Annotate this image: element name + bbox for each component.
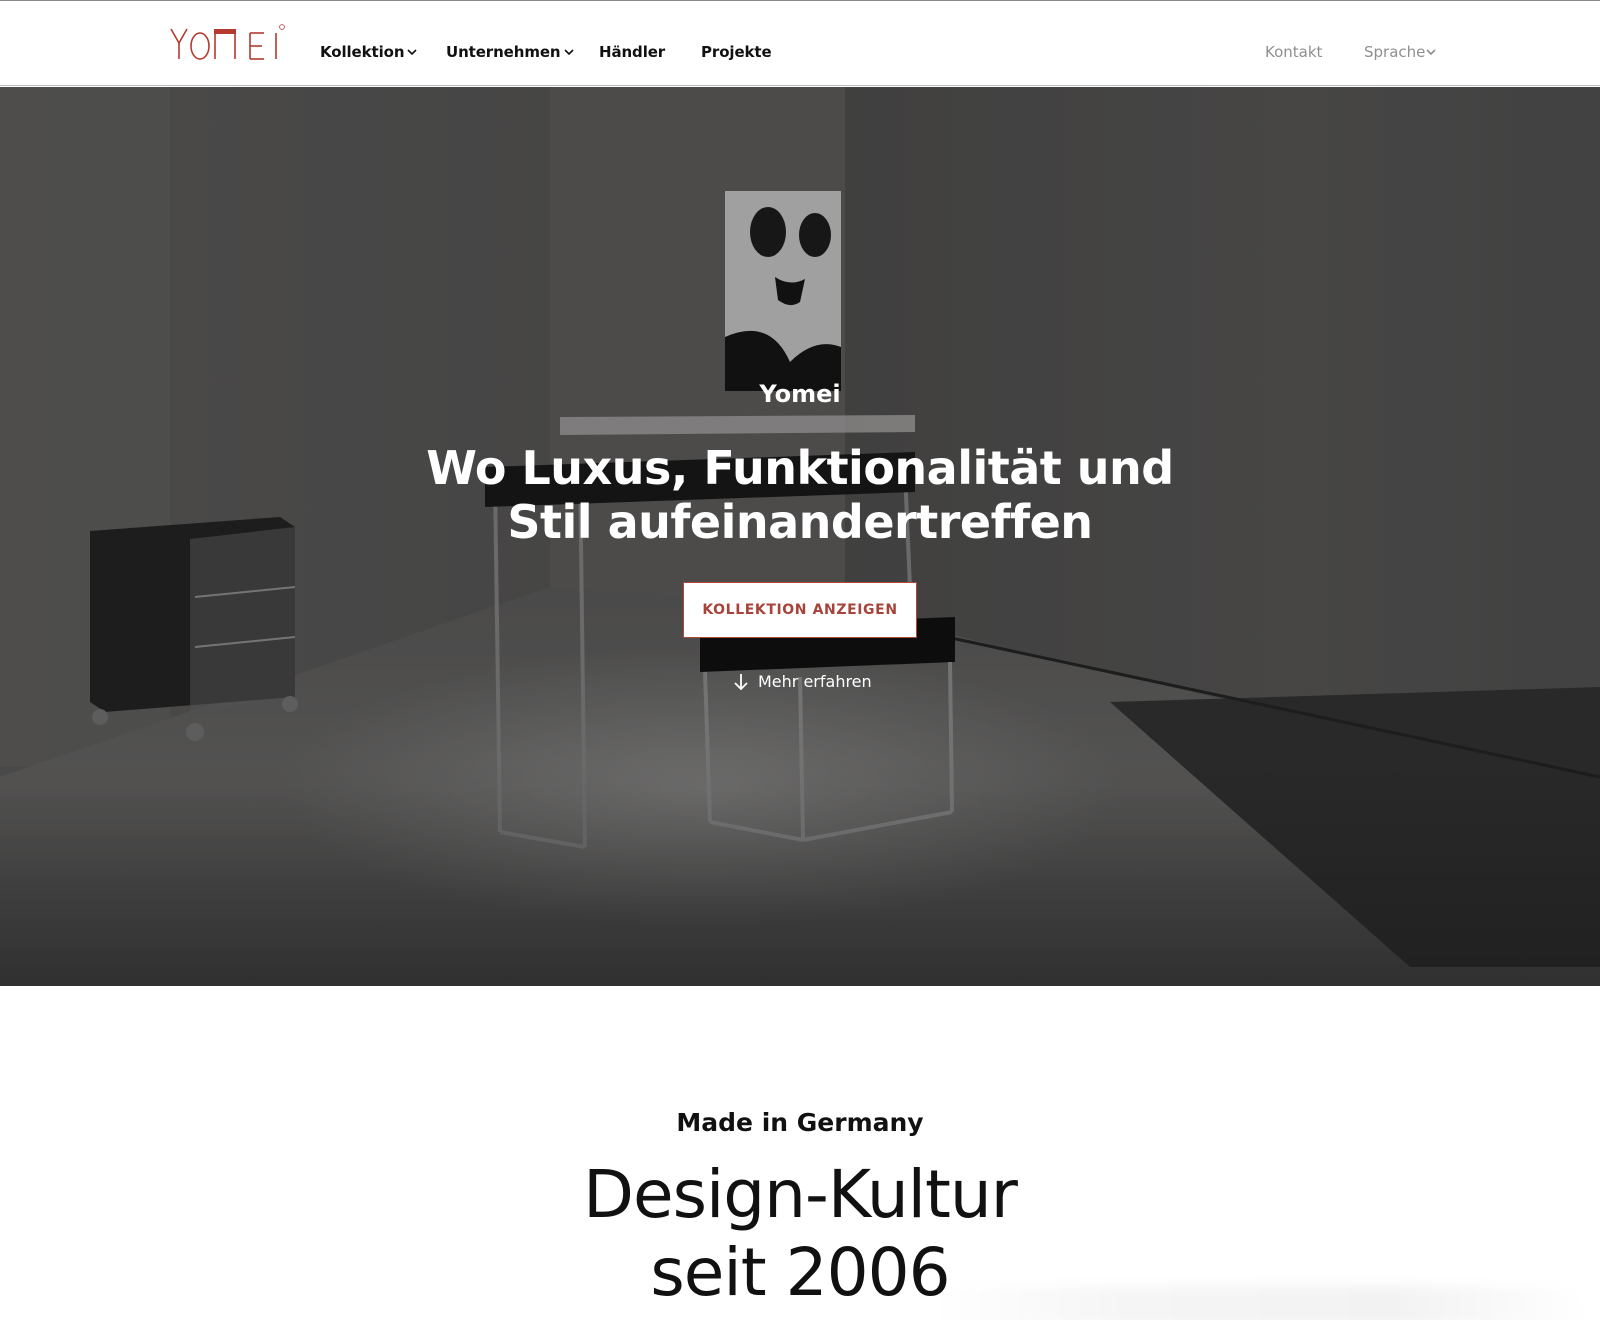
nav-haendler[interactable]: Händler	[599, 43, 665, 61]
made-in-germany-section: Made in Germany Design-Kultur seit 2006	[0, 986, 1600, 1320]
nav-kontakt[interactable]: Kontakt	[1265, 43, 1322, 61]
hero-eyebrow: Yomei	[759, 380, 841, 408]
nav-haendler-label: Händler	[599, 43, 666, 61]
language-selector-label: Sprache	[1364, 43, 1426, 61]
arrow-down-icon	[734, 673, 748, 690]
floating-panel-shadow	[930, 1286, 1590, 1320]
section-eyebrow: Made in Germany	[676, 1108, 924, 1137]
hero-content: Yomei Wo Luxus, Funktionalität und Stil …	[0, 87, 1600, 986]
yomei-logo[interactable]	[170, 23, 286, 63]
hero-headline: Wo Luxus, Funktionalität und Stil aufein…	[426, 441, 1174, 549]
nav-projekte[interactable]: Projekte	[701, 43, 772, 61]
nav-unternehmen-label: Unternehmen	[446, 43, 561, 61]
nav-kontakt-label: Kontakt	[1265, 43, 1323, 61]
nav-projekte-label: Projekte	[701, 43, 772, 61]
language-selector[interactable]: Sprache	[1364, 43, 1436, 61]
chevron-down-icon	[1426, 49, 1436, 56]
nav-kollektion[interactable]: Kollektion	[320, 43, 417, 61]
view-collection-button[interactable]: KOLLEKTION ANZEIGEN	[683, 582, 917, 638]
hero-section: Yomei Wo Luxus, Funktionalität und Stil …	[0, 87, 1600, 986]
section-title-line1: Design-Kultur	[583, 1156, 1018, 1233]
nav-kollektion-label: Kollektion	[320, 43, 405, 61]
learn-more-link[interactable]: Mehr erfahren	[733, 672, 872, 691]
chevron-down-icon	[407, 49, 417, 56]
chevron-down-icon	[563, 49, 574, 56]
nav-unternehmen[interactable]: Unternehmen	[446, 43, 574, 61]
learn-more-label: Mehr erfahren	[758, 672, 872, 691]
site-header: Kollektion Unternehmen Händler Projekte …	[0, 1, 1600, 86]
